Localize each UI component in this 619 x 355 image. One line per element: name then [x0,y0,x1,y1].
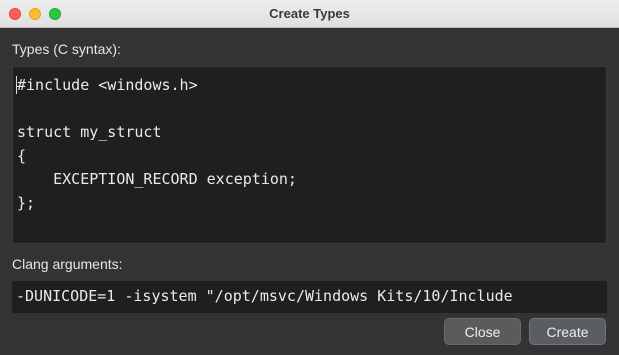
clang-arguments-field[interactable]: -DUNICODE=1 -isystem "/opt/msvc/Windows … [12,281,607,313]
create-button[interactable]: Create [529,318,606,345]
types-code-editor[interactable]: #include <windows.h> struct my_struct { … [12,66,607,244]
text-cursor [16,76,17,94]
close-button[interactable]: Close [444,318,521,345]
window-title: Create Types [269,6,350,21]
types-label: Types (C syntax): [12,41,121,57]
types-code-text: #include <windows.h> struct my_struct { … [17,76,297,212]
title-bar: Create Types [0,0,619,28]
clang-arguments-label: Clang arguments: [12,256,123,272]
create-types-dialog: Create Types Types (C syntax): #include … [0,0,619,355]
